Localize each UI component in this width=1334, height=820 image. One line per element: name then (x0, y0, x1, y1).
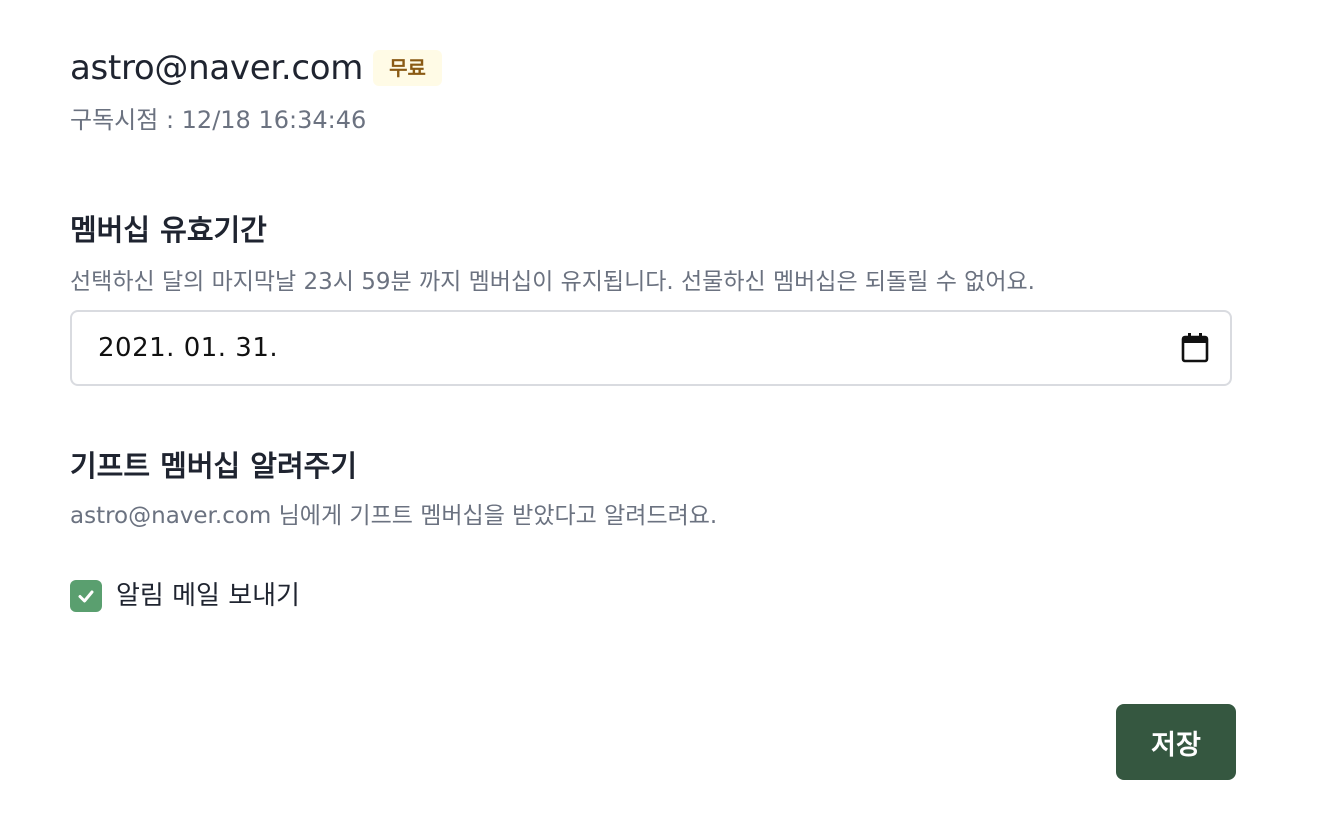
subscribed-at: 구독시점 : 12/18 16:34:46 (70, 106, 367, 134)
send-mail-option[interactable]: 알림 메일 보내기 (70, 578, 300, 614)
gift-notification-title: 기프트 멤버십 알려주기 (70, 449, 357, 483)
calendar-icon[interactable] (1180, 332, 1210, 364)
membership-period-description: 선택하신 달의 마지막날 23시 59분 까지 멤버십이 유지됩니다. 선물하신… (70, 269, 1035, 295)
send-mail-label: 알림 메일 보내기 (116, 581, 300, 611)
membership-period-title: 멤버십 유효기간 (70, 213, 267, 247)
user-email: astro@naver.com (70, 48, 364, 88)
gift-membership-form: astro@naver.com 무료 구독시점 : 12/18 16:34:46… (0, 0, 1334, 820)
date-value: 2021. 01. 31. (98, 333, 279, 363)
user-header: astro@naver.com 무료 (70, 48, 442, 88)
save-button[interactable]: 저장 (1116, 704, 1236, 780)
check-icon (78, 590, 94, 603)
membership-date-input[interactable]: 2021. 01. 31. (70, 310, 1232, 386)
gift-notification-description: astro@naver.com 님에게 기프트 멤버십을 받았다고 알려드려요. (70, 503, 718, 529)
send-mail-checkbox[interactable] (70, 580, 102, 612)
plan-badge: 무료 (373, 50, 442, 86)
